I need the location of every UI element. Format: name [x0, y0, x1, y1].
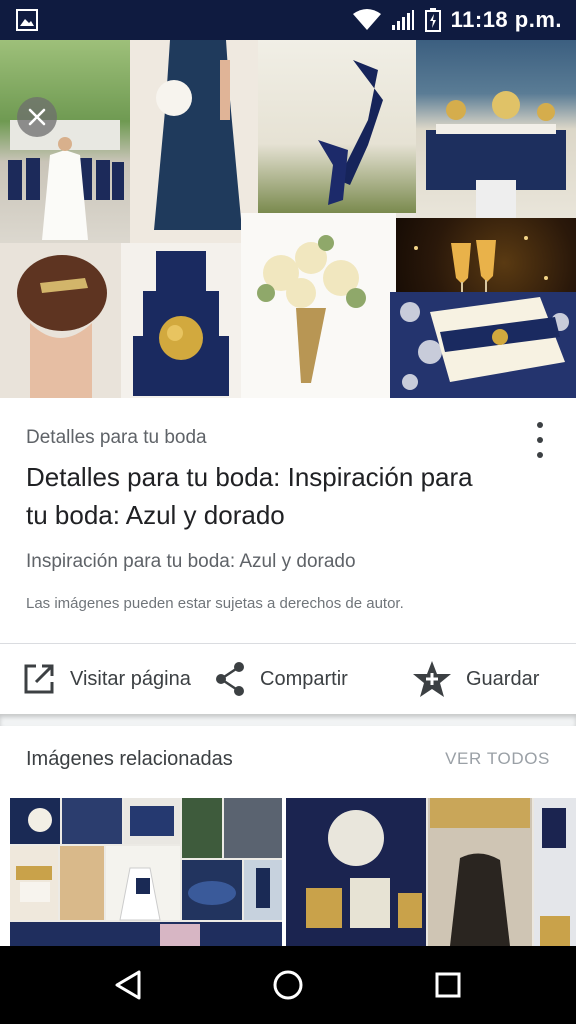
clock: 11:18 p.m. — [450, 7, 562, 32]
related-image-1[interactable] — [10, 798, 282, 946]
navigation-bar — [0, 946, 576, 1024]
related-images-title: Imágenes relacionadas — [26, 748, 233, 770]
navy-cake-photo — [121, 243, 241, 398]
recents-square-icon — [435, 972, 461, 998]
copyright-notice: Las imágenes pueden estar sujetas a dere… — [26, 595, 404, 612]
bridesmaids-photo — [0, 40, 130, 243]
related-images-section: Imágenes relacionadas VER TODOS — [0, 726, 576, 946]
share-button[interactable]: Compartir — [214, 644, 348, 714]
save-button[interactable]: Guardar — [412, 644, 539, 714]
home-button[interactable] — [268, 965, 308, 1005]
visit-page-button[interactable]: Visitar página — [22, 644, 191, 714]
recents-button[interactable] — [428, 965, 468, 1005]
battery-icon — [424, 8, 441, 32]
related-images-grid — [10, 798, 576, 946]
source-site[interactable]: Detalles para tu boda — [26, 427, 207, 449]
open-in-new-icon — [24, 664, 54, 694]
back-triangle-icon — [115, 970, 141, 1000]
home-circle-icon — [273, 970, 303, 1000]
navy-dress-photo — [130, 40, 258, 243]
close-button[interactable] — [17, 97, 57, 137]
star-save-icon — [413, 661, 451, 697]
share-label: Compartir — [260, 667, 348, 690]
result-subtitle: Inspiración para tu boda: Azul y dorado — [26, 551, 356, 572]
more-options-button[interactable] — [530, 422, 550, 458]
result-info: Detalles para tu boda Detalles para tu b… — [0, 398, 576, 643]
section-separator — [0, 714, 576, 726]
close-icon — [28, 108, 46, 126]
hero-image-collage[interactable] — [0, 40, 576, 398]
action-row: Visitar página Compartir Guardar — [0, 644, 576, 714]
see-all-button[interactable]: VER TODOS — [445, 749, 550, 769]
share-icon — [216, 662, 244, 696]
status-bar: 11:18 p.m. — [0, 0, 576, 40]
signal-icon — [391, 10, 414, 30]
save-label: Guardar — [466, 667, 540, 690]
more-vert-icon — [537, 422, 543, 428]
back-button[interactable] — [108, 965, 148, 1005]
table-setting-photo — [416, 40, 576, 218]
invitation-photo — [390, 292, 576, 398]
navy-shoes-photo — [258, 40, 416, 213]
visit-page-label: Visitar página — [70, 667, 191, 690]
hairstyle-photo — [0, 243, 121, 398]
wifi-icon — [352, 9, 381, 30]
gallery-icon — [16, 9, 38, 31]
bouquet-photo — [241, 213, 396, 398]
result-title[interactable]: Detalles para tu boda: Inspiración para … — [26, 458, 496, 534]
related-image-2[interactable] — [286, 798, 576, 946]
